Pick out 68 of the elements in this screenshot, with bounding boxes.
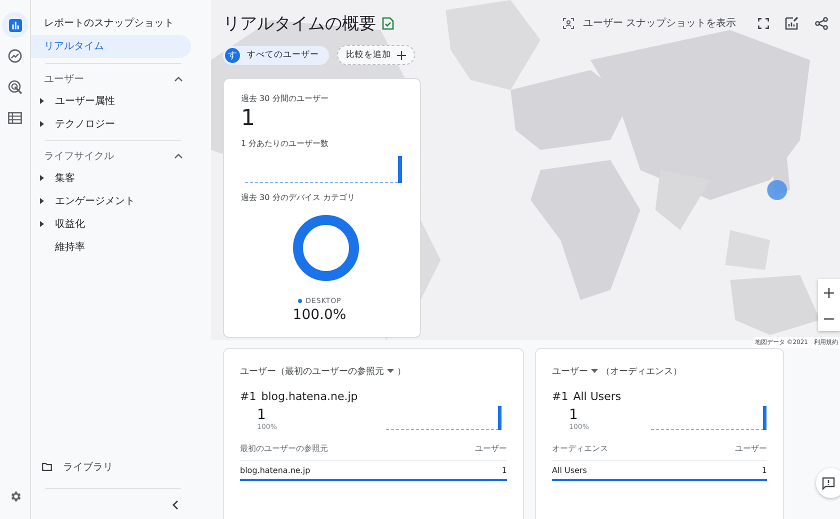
add-comparison-button[interactable]: 比較を追加 [337, 45, 415, 65]
rail-button[interactable] [2, 12, 28, 38]
nav-item[interactable]: テクノロジー [55, 116, 115, 130]
rank-label: #1 [552, 390, 568, 403]
nav-item[interactable]: レポートのスナップショット [31, 12, 191, 35]
expand-arrow-icon[interactable] [40, 120, 44, 126]
bar-chart-icon [8, 18, 22, 32]
library-link[interactable]: ライブラリ [63, 460, 113, 474]
card-title: ） [397, 366, 406, 378]
top-item-name: All Users [573, 390, 622, 403]
top-item-value: 1 [257, 407, 267, 423]
chart-label: 1 分あたりのユーザー数 [241, 138, 329, 149]
plus-icon [397, 50, 406, 60]
dropdown-icon[interactable] [387, 369, 394, 373]
dropdown-icon[interactable] [591, 369, 598, 373]
table-cell: 1 [762, 466, 767, 475]
check-document-icon[interactable] [382, 16, 394, 30]
table-cell: 1 [502, 466, 507, 475]
metric-value: 1 [241, 105, 255, 133]
trend-circle-icon [8, 49, 22, 63]
nav-item[interactable]: 集客 [55, 170, 75, 184]
feedback-button[interactable] [816, 468, 840, 498]
metric-label: 過去 30 分間のユーザー [241, 93, 328, 104]
zoom-out-button[interactable]: − [818, 305, 840, 331]
collapse-icon[interactable] [172, 500, 179, 510]
share-icon[interactable] [815, 16, 828, 30]
nav-item[interactable]: リアルタイム [31, 35, 191, 58]
table-icon [8, 112, 22, 124]
top-item-name: blog.hatena.ne.jp [261, 390, 358, 403]
donut-ring-drawing [292, 215, 358, 281]
nav-item[interactable]: エンゲージメント [55, 194, 135, 208]
segment-chip[interactable]: す すべてのユーザー [223, 46, 329, 64]
expand-arrow-icon[interactable] [40, 174, 44, 180]
nav-item[interactable]: 収益化 [55, 216, 85, 230]
rank-label: #1 [240, 390, 256, 403]
user-snapshot-button[interactable]: ユーザー スナップショットを表示 [562, 16, 742, 30]
legend-value: 100.0% [292, 307, 346, 323]
table-cell: blog.hatena.ne.jp [240, 466, 310, 475]
expand-arrow-icon[interactable] [40, 98, 44, 104]
page-title: リアルタイムの概要 [223, 12, 376, 34]
folder-icon [42, 463, 52, 471]
column-header: 最初のユーザーの参照元 [240, 443, 328, 454]
column-header: オーディエンス [552, 443, 608, 454]
settings-icon[interactable] [8, 490, 22, 503]
feedback-icon [822, 476, 834, 490]
segment-avatar: す [225, 48, 240, 62]
nav-item[interactable]: 維持率 [55, 240, 85, 254]
column-header: ユーザー [735, 443, 767, 454]
section-title: ユーザー [44, 73, 84, 86]
edit-chart-icon[interactable] [785, 16, 799, 30]
zoom-in-button[interactable]: + [818, 279, 840, 305]
segment-label: すべてのユーザー [247, 49, 319, 61]
chart-label: 過去 30 分のデバイス カテゴリ [241, 192, 355, 203]
fullscreen-icon[interactable] [758, 18, 769, 28]
card-title: ユーザー [552, 366, 588, 378]
card-title: （オーディエンス） [601, 366, 682, 378]
top-item-value: 1 [569, 407, 579, 423]
column-header: ユーザー [475, 443, 507, 454]
card-title: ユーザー（最初のユーザーの参照元 [240, 366, 384, 378]
expand-arrow-icon[interactable] [40, 198, 44, 204]
nav-item[interactable]: ユーザー属性 [55, 94, 115, 108]
table-cell: All Users [552, 466, 587, 475]
section-title: ライフサイクル [44, 150, 114, 163]
chevron-icon[interactable] [174, 76, 183, 82]
person-frame-icon [562, 18, 574, 28]
chevron-icon[interactable] [174, 153, 183, 159]
expand-arrow-icon[interactable] [40, 220, 44, 226]
target-cursor-icon [8, 80, 22, 94]
